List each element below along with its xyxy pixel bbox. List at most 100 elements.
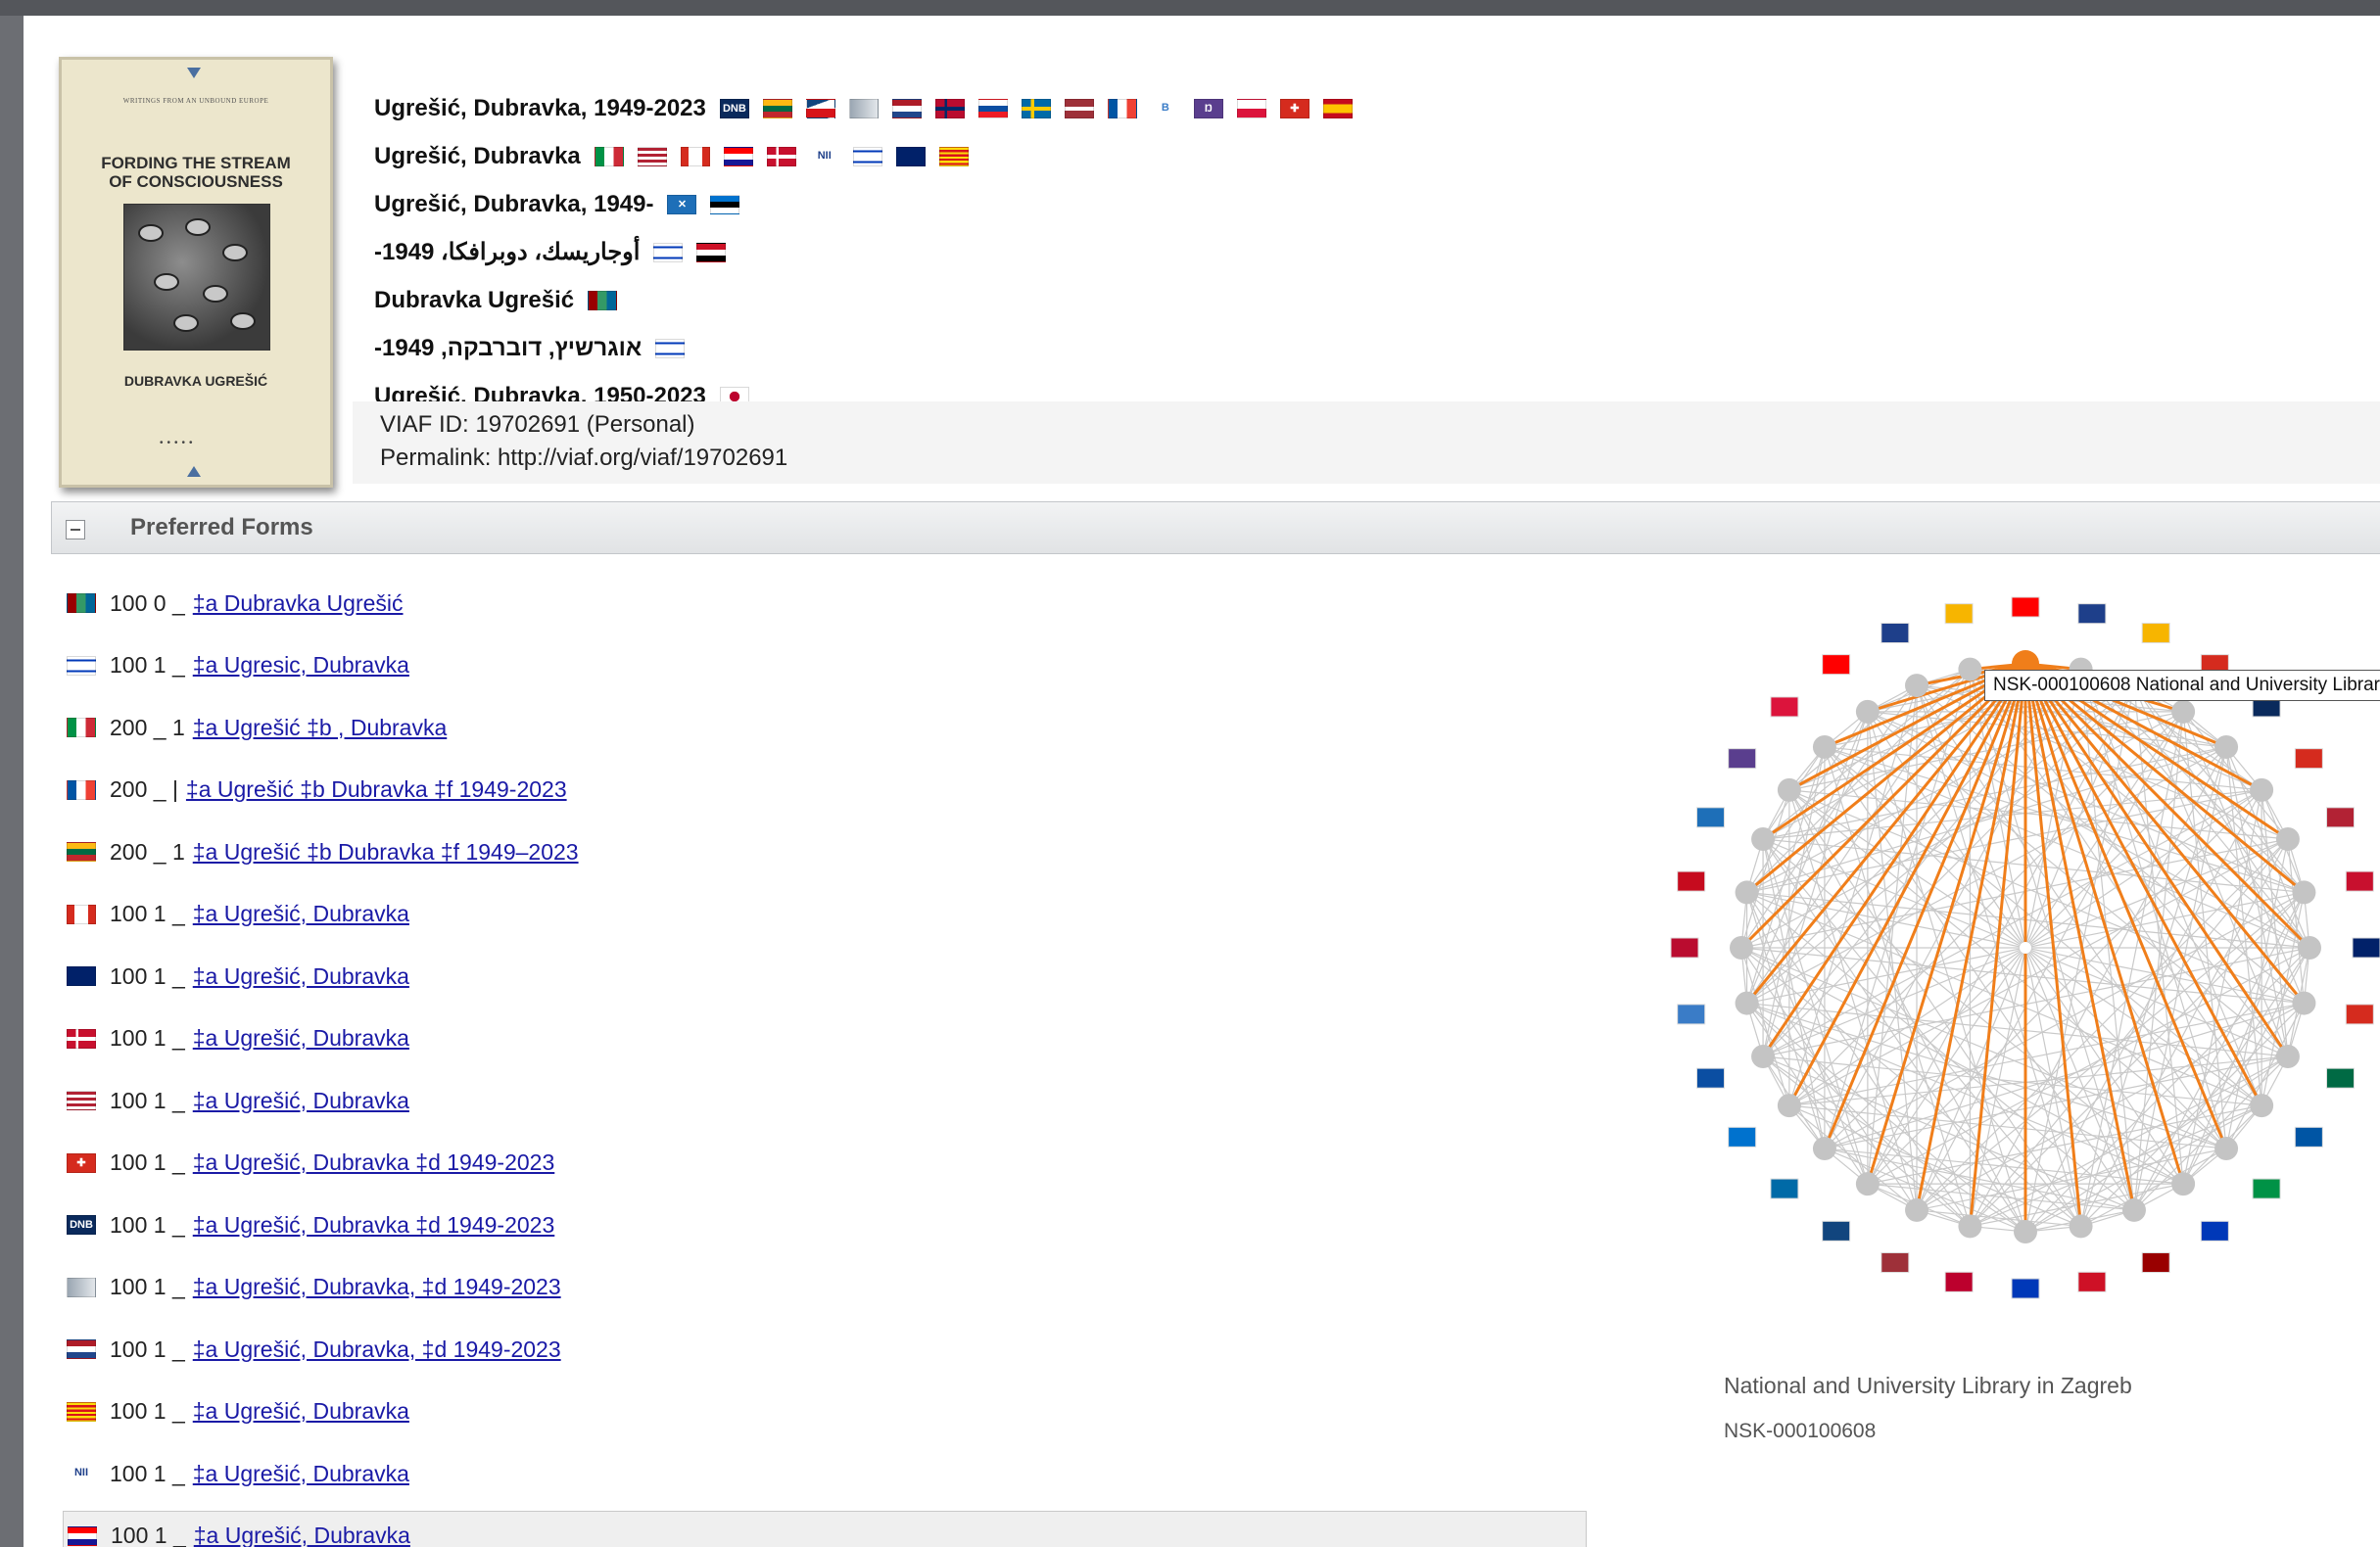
- graph-source-flag-icon[interactable]: [2294, 748, 2323, 770]
- graph-node[interactable]: [1905, 1197, 1929, 1222]
- preferred-form-link[interactable]: ‡a Ugrešić, Dubravka: [193, 901, 409, 927]
- preferred-form-row[interactable]: 100 1 _ ‡a Ugrešić, Dubravka: [63, 1075, 1587, 1126]
- au-flag-icon[interactable]: [67, 966, 96, 986]
- graph-source-flag-icon[interactable]: [2141, 622, 2170, 643]
- preferred-form-link[interactable]: ‡a Ugrešić, Dubravka: [193, 1025, 409, 1052]
- graph-source-flag-icon[interactable]: [2345, 870, 2374, 892]
- graph-source-flag-icon[interactable]: [1728, 1126, 1757, 1148]
- preferred-form-link[interactable]: ‡a Ugresic, Dubravka: [193, 652, 409, 679]
- graph-node[interactable]: [2298, 936, 2321, 960]
- graph-source-flag-icon[interactable]: [2252, 1178, 2281, 1199]
- cover-next-arrow[interactable]: [187, 466, 201, 477]
- il-flag-icon[interactable]: [67, 655, 96, 676]
- preferred-form-link[interactable]: ‡a Ugrešić, Dubravka: [193, 1461, 409, 1487]
- graph-source-flag-icon[interactable]: [1677, 870, 1706, 892]
- nii-flag-icon[interactable]: NII: [67, 1464, 96, 1483]
- fr-flag-icon[interactable]: [67, 779, 96, 800]
- graph-source-flag-icon[interactable]: [1880, 1252, 1910, 1274]
- graph-source-flag-icon[interactable]: [1728, 748, 1757, 770]
- preferred-form-row[interactable]: 100 1 _ ‡a Ugrešić, Dubravka: [63, 1510, 1587, 1547]
- no-flag-icon[interactable]: [934, 98, 965, 118]
- graph-node[interactable]: [1777, 1094, 1801, 1118]
- graph-node[interactable]: [2292, 991, 2316, 1015]
- bnf-gray-flag-icon[interactable]: [848, 98, 879, 118]
- graph-source-flag-icon[interactable]: [2077, 1271, 2107, 1292]
- preferred-form-link[interactable]: ‡a Ugrešić ‡b , Dubravka: [193, 715, 448, 741]
- graph-node[interactable]: [1812, 734, 1836, 759]
- nl-flag-icon[interactable]: [891, 98, 922, 118]
- nu-flag-icon[interactable]: Ŋ: [1193, 98, 1223, 118]
- preferred-form-row[interactable]: 100 1 _ ‡a Ugrešić, Dubravka, ‡d 1949-202…: [63, 1324, 1587, 1375]
- preferred-form-row[interactable]: 100 0 _ ‡a Dubravka Ugrešić: [63, 578, 1587, 629]
- graph-source-flag-icon[interactable]: [2326, 1067, 2356, 1089]
- graph-node[interactable]: [2250, 1094, 2274, 1118]
- preferred-form-link[interactable]: ‡a Ugrešić, Dubravka: [193, 1398, 409, 1425]
- lt-flag-icon[interactable]: [67, 842, 96, 862]
- preferred-form-link[interactable]: ‡a Ugrešić, Dubravka ‡d 1949-2023: [193, 1212, 555, 1239]
- preferred-form-row[interactable]: 100 1 _ ‡a Ugrešić, Dubravka, ‡d 1949-202…: [63, 1262, 1587, 1313]
- preferred-form-link[interactable]: ‡a Ugrešić ‡b Dubravka ‡f 1949–2023: [193, 839, 579, 866]
- preferred-form-row[interactable]: NII 100 1 _ ‡a Ugrešić, Dubravka: [63, 1448, 1587, 1499]
- eg-flag-icon[interactable]: [696, 242, 727, 262]
- graph-node[interactable]: [2121, 1197, 2146, 1222]
- preferred-form-link[interactable]: ‡a Ugrešić, Dubravka: [193, 963, 409, 990]
- graph-node[interactable]: [2275, 1044, 2300, 1068]
- ee-flag-icon[interactable]: [710, 194, 740, 214]
- wk-flag-icon[interactable]: [588, 290, 618, 310]
- preferred-form-link[interactable]: ‡a Ugrešić ‡b Dubravka ‡f 1949-2023: [186, 776, 567, 803]
- graph-node[interactable]: [1958, 1214, 1982, 1239]
- graph-source-flag-icon[interactable]: [2200, 1220, 2229, 1242]
- it-flag-icon[interactable]: [67, 718, 96, 737]
- preferred-form-row[interactable]: 200 _ 1 ‡a Ugrešić ‡b Dubravka ‡f 1949–20…: [63, 826, 1587, 877]
- us-flag-icon[interactable]: [67, 1091, 96, 1110]
- au-flag-icon[interactable]: [895, 146, 926, 166]
- graph-source-flag-icon[interactable]: [1770, 1178, 1799, 1199]
- lt-flag-icon[interactable]: [762, 98, 792, 118]
- collapse-toggle-icon[interactable]: [66, 520, 85, 539]
- sk-flag-icon[interactable]: [977, 98, 1008, 118]
- preferred-form-row[interactable]: 200 _ | ‡a Ugrešić ‡b Dubravka ‡f 1949-20…: [63, 765, 1587, 816]
- graph-node[interactable]: [1855, 1172, 1880, 1196]
- graph-node[interactable]: [2171, 699, 2196, 724]
- preferred-form-link[interactable]: ‡a Ugrešić, Dubravka: [193, 1088, 409, 1114]
- preferred-form-row[interactable]: DNB 100 1 _ ‡a Ugrešić, Dubravka ‡d 1949-2…: [63, 1199, 1587, 1250]
- x-flag-icon[interactable]: ✕: [667, 194, 697, 214]
- graph-node[interactable]: [2275, 827, 2300, 852]
- graph-source-flag-icon[interactable]: [2077, 603, 2107, 625]
- graph-source-flag-icon[interactable]: [1822, 1220, 1851, 1242]
- nl-flag-icon[interactable]: [67, 1339, 96, 1359]
- preferred-form-row[interactable]: 100 1 _ ‡a Ugrešić, Dubravka: [63, 1386, 1587, 1437]
- bnf-gray-flag-icon[interactable]: [67, 1277, 96, 1297]
- lv-flag-icon[interactable]: [1064, 98, 1094, 118]
- graph-node[interactable]: [2171, 1172, 2196, 1196]
- graph-node[interactable]: [1777, 777, 1801, 802]
- nii-flag-icon[interactable]: NII: [809, 146, 839, 166]
- b-flag-icon[interactable]: B: [1150, 98, 1180, 118]
- graph-source-flag-icon[interactable]: [1695, 1067, 1725, 1089]
- us-flag-icon[interactable]: [637, 146, 667, 166]
- ca-flag-icon[interactable]: [67, 904, 96, 924]
- il-flag-icon[interactable]: [852, 146, 882, 166]
- cat-flag-icon[interactable]: [67, 1401, 96, 1422]
- il-flag-icon[interactable]: [655, 338, 686, 358]
- graph-source-flag-icon[interactable]: [1822, 654, 1851, 676]
- graph-node[interactable]: [2214, 734, 2239, 759]
- graph-node[interactable]: [1735, 991, 1759, 1015]
- hr-flag-icon[interactable]: [723, 146, 753, 166]
- cz-flag-icon[interactable]: [805, 98, 835, 118]
- es-flag-icon[interactable]: [1322, 98, 1353, 118]
- preferred-form-row[interactable]: ✚ 100 1 _ ‡a Ugrešić, Dubravka ‡d 1949-202…: [63, 1138, 1587, 1189]
- dk-flag-icon[interactable]: [766, 146, 796, 166]
- graph-source-flag-icon[interactable]: [1695, 807, 1725, 828]
- preferred-form-link[interactable]: ‡a Ugrešić, Dubravka, ‡d 1949-2023: [193, 1274, 561, 1300]
- graph-node[interactable]: [1730, 936, 1753, 960]
- graph-node[interactable]: [1958, 657, 1982, 681]
- graph-node[interactable]: [1855, 699, 1880, 724]
- cover-prev-arrow[interactable]: [187, 68, 201, 78]
- cat-flag-icon[interactable]: [938, 146, 969, 166]
- preferred-form-row[interactable]: 100 1 _ ‡a Ugrešić, Dubravka: [63, 1013, 1587, 1064]
- graph-node[interactable]: [2292, 880, 2316, 905]
- graph-source-flag-icon[interactable]: [2011, 1278, 2040, 1299]
- preferred-form-link[interactable]: ‡a Dubravka Ugrešić: [193, 590, 404, 617]
- preferred-forms-header[interactable]: Preferred Forms: [51, 501, 2380, 554]
